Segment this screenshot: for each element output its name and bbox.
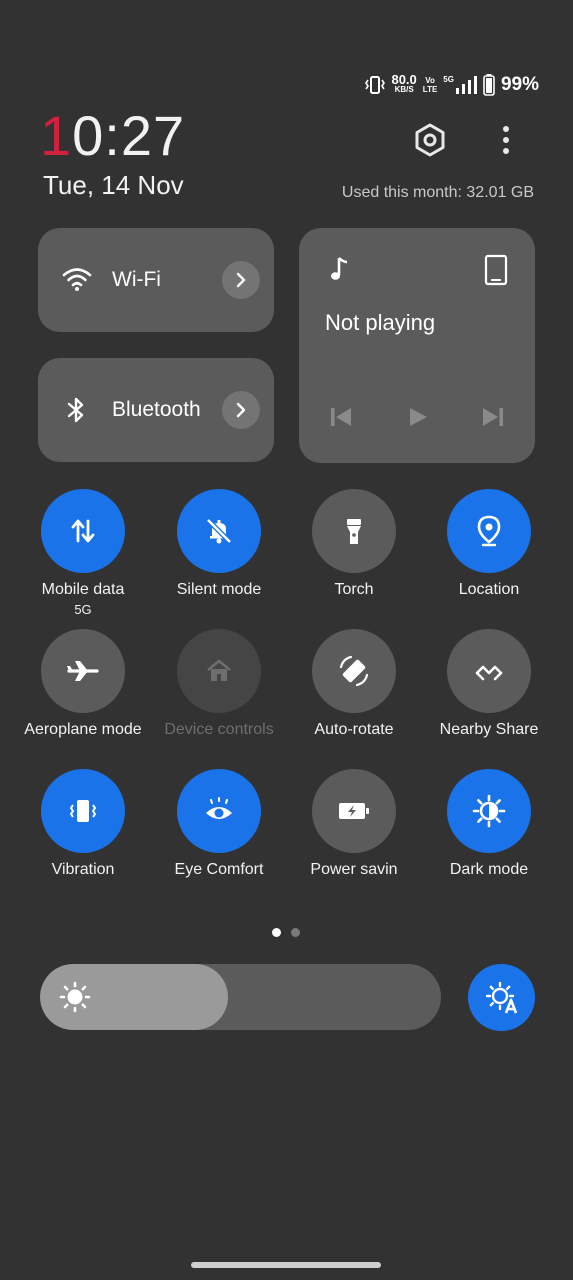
battery-icon — [483, 74, 495, 96]
dark-mode-icon — [472, 794, 506, 828]
silent-mode-label: Silent mode — [176, 581, 262, 598]
media-tile[interactable]: Not playing — [299, 228, 535, 463]
settings-button[interactable] — [410, 120, 450, 160]
wifi-label: Wi-Fi — [112, 268, 161, 291]
location-toggle[interactable] — [447, 489, 531, 573]
aeroplane-mode-toggle[interactable] — [41, 629, 125, 713]
auto-rotate-toggle[interactable] — [312, 629, 396, 713]
settings-hex-icon — [415, 123, 445, 157]
bell-off-icon — [206, 518, 232, 544]
airplane-icon — [67, 661, 99, 681]
media-title: Not playing — [325, 310, 436, 335]
auto-rotate-label: Auto-rotate — [314, 721, 394, 738]
nearby-share-label: Nearby Share — [439, 721, 539, 738]
chevron-right-icon — [236, 402, 246, 418]
vibration-label: Vibration — [51, 861, 115, 878]
network-speed: 80.0 KB/S — [391, 72, 417, 95]
page-dot[interactable] — [272, 928, 281, 937]
wifi-tile[interactable]: Wi-Fi — [38, 228, 274, 332]
chevron-right-icon — [236, 272, 246, 288]
mobile-data-icon — [71, 519, 95, 543]
mobile-data-sublabel: 5G — [74, 602, 92, 617]
dark-mode-label: Dark mode — [449, 861, 529, 878]
volte-top: Vo — [425, 76, 435, 85]
torch-icon — [347, 519, 361, 544]
eye-icon — [206, 797, 232, 819]
vibration-toggle[interactable] — [41, 769, 125, 853]
clock-rest: 0:27 — [72, 104, 186, 167]
data-usage: Used this month: 32.01 GB — [341, 184, 534, 201]
wifi-expand-button[interactable] — [222, 261, 260, 299]
eye-comfort-label: Eye Comfort — [174, 861, 264, 878]
volte-bottom: LTE — [422, 85, 438, 94]
nearby-share-toggle[interactable] — [447, 629, 531, 713]
signal-icon — [455, 76, 477, 94]
music-note-icon — [331, 257, 348, 280]
next-icon[interactable] — [481, 406, 505, 428]
dark-mode-toggle[interactable] — [447, 769, 531, 853]
bluetooth-tile[interactable]: Bluetooth — [38, 358, 274, 462]
wifi-icon — [62, 268, 92, 291]
home-gesture-bar[interactable] — [191, 1262, 381, 1268]
auto-brightness-icon — [485, 981, 517, 1013]
device-controls-toggle[interactable] — [177, 629, 261, 713]
auto-rotate-icon — [339, 655, 369, 687]
page-dot[interactable] — [291, 928, 300, 937]
nearby-share-icon — [475, 665, 503, 681]
mobile-data-toggle[interactable] — [41, 489, 125, 573]
torch-label: Torch — [334, 581, 374, 598]
silent-mode-toggle[interactable] — [177, 489, 261, 573]
device-controls-label: Device controls — [164, 721, 274, 738]
more-options-button[interactable] — [486, 120, 526, 160]
aeroplane-mode-label: Aeroplane mode — [24, 721, 142, 738]
home-icon — [207, 659, 231, 681]
location-label: Location — [458, 581, 520, 598]
date[interactable]: Tue, 14 Nov — [43, 170, 184, 201]
clock-first-digit: 1 — [40, 104, 73, 167]
status-bar: 80.0 KB/S Vo LTE 5G 99% — [365, 70, 539, 100]
speed-value: 80.0 — [391, 72, 417, 87]
network-type: 5G — [443, 75, 454, 84]
page-indicator — [272, 928, 300, 937]
more-vertical-icon — [503, 126, 509, 154]
phone-device-icon[interactable] — [483, 254, 509, 286]
battery-saver-icon — [339, 803, 369, 819]
bluetooth-label: Bluetooth — [112, 398, 201, 421]
volte-indicator: Vo LTE — [423, 76, 438, 94]
bluetooth-icon — [67, 397, 84, 423]
power-saving-toggle[interactable] — [312, 769, 396, 853]
speed-unit: KB/S — [394, 85, 414, 94]
power-saving-label: Power savin — [310, 861, 398, 878]
vibration-icon — [69, 800, 97, 822]
signal-indicator: 5G — [443, 76, 477, 94]
torch-toggle[interactable] — [312, 489, 396, 573]
previous-icon[interactable] — [329, 406, 353, 428]
brightness-icon — [59, 981, 91, 1013]
brightness-slider[interactable] — [40, 964, 441, 1030]
eye-comfort-toggle[interactable] — [177, 769, 261, 853]
bluetooth-expand-button[interactable] — [222, 391, 260, 429]
vibrate-status-icon — [365, 76, 386, 94]
play-icon[interactable] — [407, 406, 429, 428]
clock[interactable]: 10:27 — [40, 104, 185, 168]
location-pin-icon — [477, 515, 501, 547]
auto-brightness-button[interactable] — [468, 964, 535, 1031]
mobile-data-label: Mobile data — [41, 581, 125, 598]
battery-percent: 99% — [500, 74, 539, 95]
